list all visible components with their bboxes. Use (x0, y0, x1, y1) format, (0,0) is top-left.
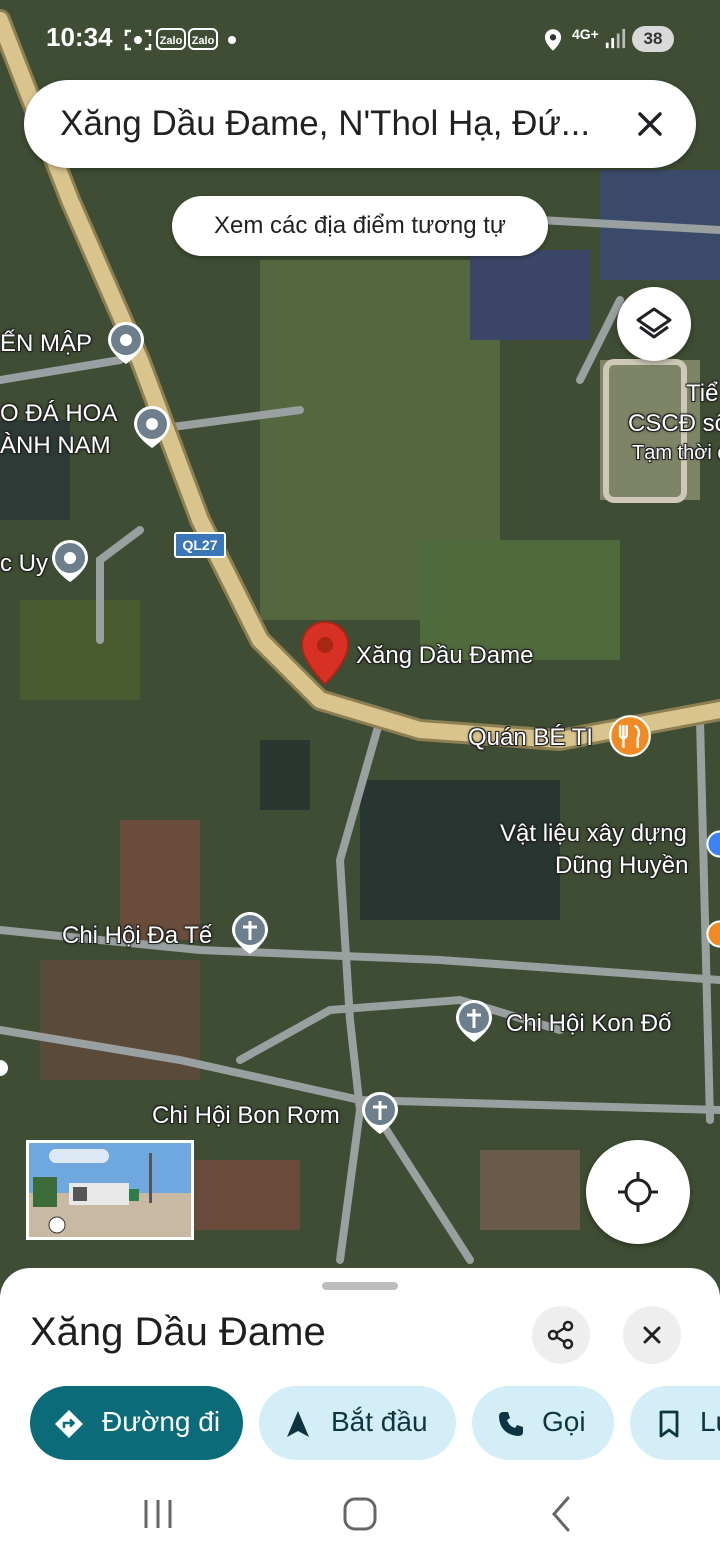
save-label: Lư (700, 1406, 720, 1437)
place-pin-icon[interactable] (132, 404, 172, 450)
location-icon (544, 29, 562, 51)
map-label-building-b[interactable]: Dũng Huyền (555, 852, 688, 880)
screenshot-icon (124, 29, 152, 51)
church-pin-icon[interactable] (230, 910, 270, 956)
directions-label: Đường đi (102, 1406, 221, 1437)
network-type: 4G+ (572, 26, 599, 42)
route-shield-ql27: QL27 (174, 532, 226, 558)
map-label-restaurant[interactable]: Quán BÉ TI (468, 724, 593, 752)
map-label-church-1[interactable]: Chi Hội Đa Tế (62, 922, 212, 950)
map-label-school-a[interactable]: Tiể (686, 380, 718, 408)
map-label-selected-place[interactable]: Xăng Dầu Đame (356, 642, 533, 670)
back-icon[interactable] (542, 1494, 582, 1534)
church-pin-icon[interactable] (454, 998, 494, 1044)
start-navigation-button[interactable]: Bắt đầu (259, 1386, 456, 1460)
zalo-notification-icon: Zalo (188, 28, 218, 50)
home-icon[interactable] (340, 1494, 380, 1534)
share-icon (547, 1320, 574, 1350)
street-view-thumbnail[interactable] (26, 1140, 194, 1240)
map-layers-button[interactable] (617, 287, 691, 361)
battery-level: 38 (632, 26, 674, 52)
place-edge-pin-icon[interactable] (0, 1050, 10, 1086)
recent-apps-icon[interactable] (138, 1494, 178, 1534)
map-label-school-c[interactable]: Tạm thời đ (632, 442, 720, 465)
zalo-notification-icon: Zalo (156, 28, 186, 50)
close-sheet-button[interactable] (623, 1306, 681, 1364)
system-navigation-bar (0, 1460, 720, 1560)
sheet-drag-handle[interactable] (322, 1282, 398, 1290)
place-title: Xăng Dầu Đame (30, 1310, 326, 1354)
more-notifications-dot-icon (228, 36, 236, 44)
crosshair-location-icon (618, 1172, 658, 1212)
call-button[interactable]: Gọi (472, 1386, 614, 1460)
map-label-place-1[interactable]: ẾN MẬP (0, 330, 92, 358)
status-bar: 10:34 Zalo Zalo 4G+ 38 (0, 0, 720, 80)
search-query[interactable]: Xăng Dầu Đame, N'Thol Hạ, Đứ... (60, 104, 620, 144)
place-pin-icon[interactable] (50, 538, 90, 584)
my-location-button[interactable] (586, 1140, 690, 1244)
place-edge-pin-icon[interactable] (706, 826, 720, 862)
phone-icon (499, 1412, 523, 1436)
layers-icon (636, 307, 672, 339)
similar-places-button[interactable]: Xem các địa điểm tương tự (172, 196, 548, 256)
start-label: Bắt đầu (331, 1406, 428, 1437)
map-label-church-2[interactable]: Chi Hội Kon Đố (506, 1010, 671, 1038)
restaurant-pin-icon[interactable] (608, 714, 652, 758)
signal-icon (605, 28, 626, 49)
map-label-place-3[interactable]: c Uy (0, 550, 48, 578)
call-label: Gọi (542, 1406, 586, 1437)
place-edge-pin-icon[interactable] (706, 916, 720, 952)
place-pin-icon[interactable] (106, 320, 146, 366)
selected-place-pin-icon[interactable] (300, 620, 350, 686)
close-icon (643, 1326, 661, 1344)
street-view-image (29, 1143, 191, 1237)
clear-search-close-icon[interactable] (626, 100, 674, 148)
search-bar[interactable]: Xăng Dầu Đame, N'Thol Hạ, Đứ... (24, 80, 696, 168)
map-label-church-3[interactable]: Chi Hội Bon Rơm (152, 1102, 340, 1130)
map-label-building-a[interactable]: Vật liệu xây dựng (500, 820, 687, 848)
directions-icon (55, 1410, 83, 1438)
map-label-place-2b[interactable]: ÀNH NAM (0, 432, 111, 460)
save-button[interactable]: Lư (630, 1386, 720, 1460)
church-pin-icon[interactable] (360, 1090, 400, 1136)
share-button[interactable] (532, 1306, 590, 1364)
directions-button[interactable]: Đường đi (30, 1386, 243, 1460)
map-label-school-b[interactable]: CSCĐ số (628, 410, 720, 438)
navigation-arrow-icon (287, 1411, 309, 1437)
map-label-place-2a[interactable]: O ĐÁ HOA (0, 400, 117, 428)
status-time: 10:34 (46, 22, 113, 52)
bookmark-icon (659, 1410, 679, 1438)
